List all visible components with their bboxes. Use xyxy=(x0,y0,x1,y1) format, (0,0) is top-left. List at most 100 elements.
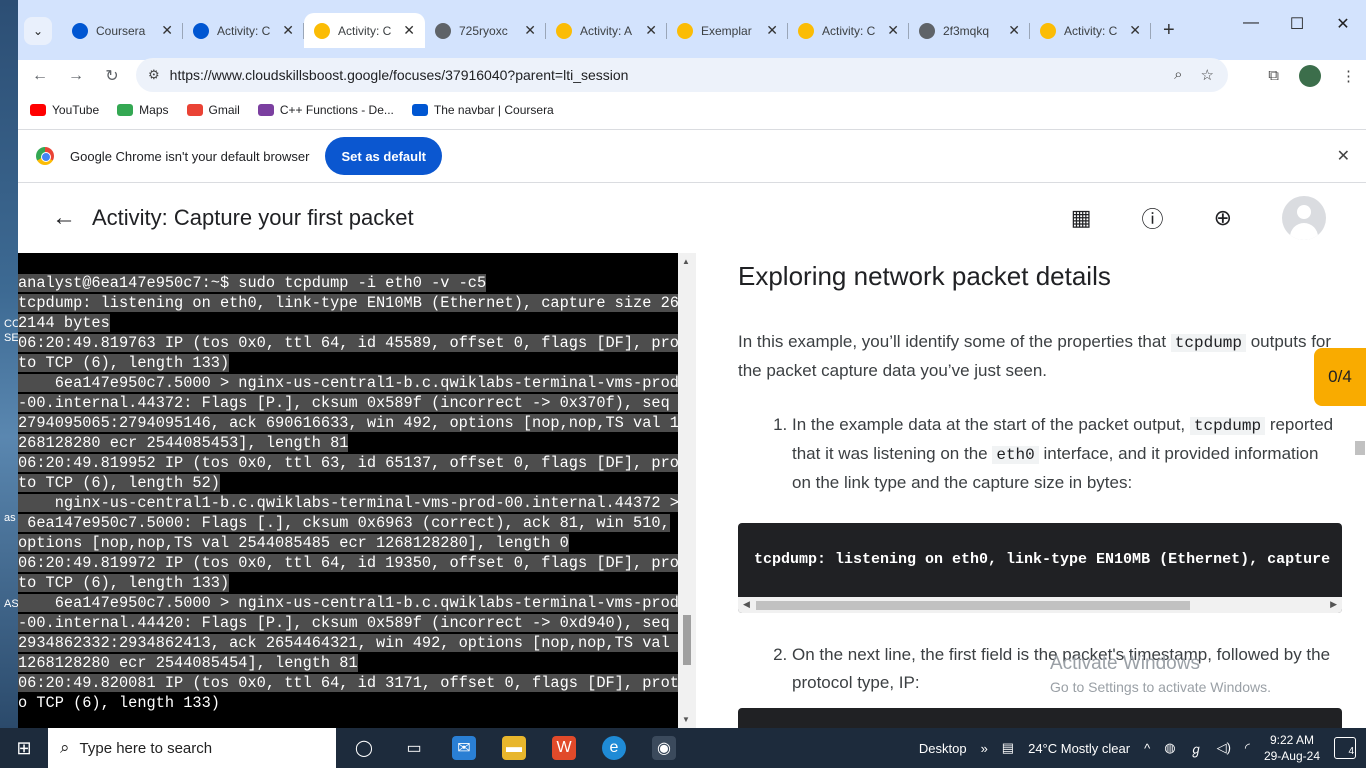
dashboard-icon[interactable]: ▦ xyxy=(1071,205,1092,231)
set-default-button[interactable]: Set as default xyxy=(325,137,443,175)
bookmark-item[interactable]: YouTube xyxy=(30,103,99,117)
tab-2[interactable]: Activity: C ✕ xyxy=(183,13,304,48)
tab-7[interactable]: Activity: C ✕ xyxy=(788,13,909,48)
clock[interactable]: 9:22 AM 29-Aug-24 xyxy=(1264,732,1320,764)
tab-8[interactable]: 2f3mqkq ✕ xyxy=(909,13,1030,48)
volume-icon[interactable]: ◁) xyxy=(1217,740,1231,756)
language-icon[interactable]: ℊ xyxy=(1190,739,1203,758)
tab-5[interactable]: Activity: A ✕ xyxy=(546,13,667,48)
tab-6[interactable]: Exemplar ✕ xyxy=(667,13,788,48)
tab-title: Activity: A xyxy=(580,23,633,38)
weather-text[interactable]: 24°C Mostly clear xyxy=(1028,741,1130,756)
url-text[interactable]: https://www.cloudskillsboost.google/focu… xyxy=(170,67,629,83)
tab-close-icon[interactable]: ✕ xyxy=(1129,22,1141,39)
coursera-icon xyxy=(193,22,209,39)
terminal-output[interactable]: analyst@6ea147e950c7:~$ sudo tcpdump -i … xyxy=(18,253,678,713)
new-tab-plus-icon[interactable]: + xyxy=(1163,19,1175,42)
page-scrollbar[interactable] xyxy=(1352,253,1366,728)
notifications-icon[interactable]: 4 xyxy=(1334,737,1356,759)
tab-title: Coursera xyxy=(96,23,146,38)
bookmarks-bar: YouTube Maps Gmail C++ Functions - De... The… xyxy=(18,91,1366,129)
terminal-line: to TCP (6), length 52) xyxy=(18,474,220,492)
tab-1[interactable]: Coursera ✕ xyxy=(62,13,183,48)
system-tray: Desktop » ▤ 24°C Mostly clear ^ ◍ ℊ ◁) ◜… xyxy=(919,732,1366,764)
close-icon[interactable]: ✕ xyxy=(1337,146,1350,166)
back-icon[interactable]: ← xyxy=(22,67,58,85)
tab-close-icon[interactable]: ✕ xyxy=(766,22,778,39)
terminal-line: to TCP (6), length 133) xyxy=(18,574,230,592)
terminal-line: 6ea147e950c7.5000 > nginx-us-central1-b.… xyxy=(18,374,678,392)
bookmark-item[interactable]: The navbar | Coursera xyxy=(411,103,554,117)
youtube-icon xyxy=(30,104,46,116)
maximize-icon[interactable]: ☐ xyxy=(1274,14,1320,34)
chrome-taskbar-icon[interactable]: ◉ xyxy=(652,736,676,760)
extensions-icon[interactable]: ⧉ xyxy=(1268,67,1279,84)
scroll-left-icon[interactable]: ◀ xyxy=(743,599,750,610)
code-horizontal-scrollbar[interactable]: ◀ ▶ xyxy=(738,597,1342,613)
tab-title: 2f3mqkq xyxy=(943,23,990,38)
taskbar-search[interactable]: ⌕ Type here to search xyxy=(48,728,336,768)
scroll-down-icon[interactable]: ▼ xyxy=(682,715,690,724)
close-window-icon[interactable]: ✕ xyxy=(1320,14,1366,34)
tab-3[interactable]: Activity: C ✕ xyxy=(304,13,425,48)
desktop-label[interactable]: Desktop xyxy=(919,741,967,756)
coursera-icon xyxy=(411,104,428,116)
tab-9[interactable]: Activity: C ✕ xyxy=(1030,13,1151,48)
task-view-icon[interactable]: ▭ xyxy=(402,736,426,760)
tab-close-icon[interactable]: ✕ xyxy=(524,22,536,39)
cortana-icon[interactable]: ◯ xyxy=(352,736,376,760)
page-scroll-thumb[interactable] xyxy=(1355,441,1365,455)
terminal-line: o TCP (6), length 133) xyxy=(18,694,220,712)
zoom-icon[interactable]: ⌕ xyxy=(1174,66,1182,84)
site-info-icon[interactable]: ⚙ xyxy=(148,67,160,83)
wifi-icon[interactable]: ◜ xyxy=(1245,740,1250,756)
scroll-right-icon[interactable]: ▶ xyxy=(1330,599,1337,610)
bookmark-label: YouTube xyxy=(52,103,100,117)
user-avatar[interactable] xyxy=(1282,196,1326,240)
bookmark-star-icon[interactable]: ☆ xyxy=(1201,66,1214,84)
address-bar[interactable]: ⚙ https://www.cloudskillsboost.google/fo… xyxy=(136,58,1228,92)
tab-close-icon[interactable]: ✕ xyxy=(1008,22,1020,39)
terminal[interactable]: analyst@6ea147e950c7:~$ sudo tcpdump -i … xyxy=(18,253,678,728)
tab-close-icon[interactable]: ✕ xyxy=(403,22,415,39)
bookmark-label: Gmail xyxy=(208,103,240,117)
edge-icon[interactable]: e xyxy=(602,736,626,760)
profile-avatar[interactable] xyxy=(1299,64,1321,87)
wps-office-icon[interactable]: W xyxy=(552,736,576,760)
chevron-icon[interactable]: » xyxy=(981,741,988,756)
back-arrow-icon[interactable]: ← xyxy=(52,204,76,232)
bookmark-item[interactable]: Maps xyxy=(117,103,169,117)
terminal-line: tcpdump: listening on eth0, link-type EN… xyxy=(18,294,678,312)
terminal-line: 06:20:49.819952 IP (tos 0x0, ttl 63, id … xyxy=(18,454,678,472)
forward-icon[interactable]: → xyxy=(58,67,94,85)
globe-icon xyxy=(435,22,451,39)
tab-search-chevron-icon[interactable]: ⌄ xyxy=(24,16,52,45)
show-hidden-icons-icon[interactable]: ^ xyxy=(1144,741,1150,756)
terminal-line: 06:20:49.819972 IP (tos 0x0, ttl 64, id … xyxy=(18,554,678,572)
more-menu-icon[interactable]: ⋮ xyxy=(1341,67,1356,85)
tab-close-icon[interactable]: ✕ xyxy=(282,22,294,39)
bookmark-item[interactable]: C++ Functions - De... xyxy=(257,103,394,117)
scroll-up-icon[interactable]: ▲ xyxy=(682,257,690,266)
bookmark-item[interactable]: Gmail xyxy=(186,103,240,117)
tab-close-icon[interactable]: ✕ xyxy=(887,22,899,39)
help-icon[interactable]: ⓘ xyxy=(1142,202,1164,234)
terminal-line: 2934862332:2934862413, ack 2654464321, w… xyxy=(18,634,678,652)
tab-4[interactable]: 725ryoxc ✕ xyxy=(425,13,546,48)
code-scroll-thumb[interactable] xyxy=(756,601,1190,610)
language-globe-icon[interactable]: ⊕ xyxy=(1214,205,1232,231)
lesson-intro: In this example, you’ll identify some of… xyxy=(738,332,1332,380)
mail-icon[interactable]: ✉ xyxy=(452,736,476,760)
chrome-icon xyxy=(36,147,54,165)
tab-close-icon[interactable]: ✕ xyxy=(645,22,657,39)
terminal-scroll-thumb[interactable] xyxy=(683,615,691,665)
windows-start-icon[interactable]: ⊞ xyxy=(0,738,48,759)
file-explorer-icon[interactable]: ▬ xyxy=(502,736,526,760)
network-icon[interactable]: ◍ xyxy=(1164,740,1175,756)
tab-close-icon[interactable]: ✕ xyxy=(161,22,173,39)
minimize-icon[interactable]: — xyxy=(1228,14,1274,34)
terminal-scrollbar[interactable]: ▲ ▼ xyxy=(678,253,696,728)
page-header: ← Activity: Capture your first packet ▦ … xyxy=(18,183,1366,253)
browser-window: ⌄ Coursera ✕ Activity: C ✕ Activity: C ✕ 725ry… xyxy=(18,0,1366,728)
reload-icon[interactable]: ↻ xyxy=(94,66,130,86)
